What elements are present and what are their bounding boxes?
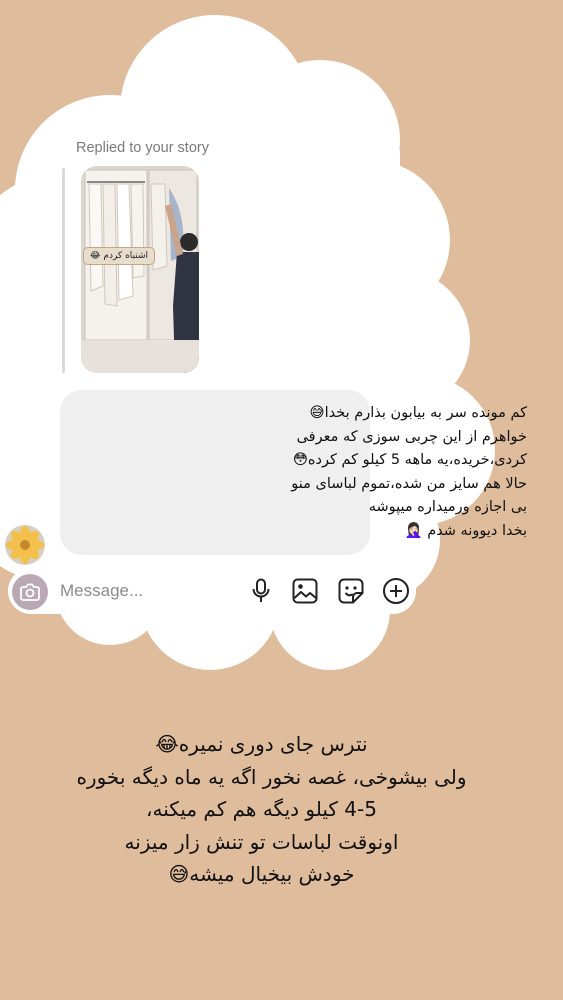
sticker-button[interactable] [337,577,365,605]
plus-circle-icon [383,578,409,604]
microphone-button[interactable] [247,577,275,605]
more-button[interactable] [382,577,410,605]
gallery-icon [292,578,318,604]
camera-button[interactable] [12,574,48,610]
microphone-icon [252,578,270,602]
caption-line: نترس جای دوری نمیره😂 [155,732,368,756]
replied-to-story-label: Replied to your story [76,140,209,156]
message-text: کم مونده سر به بیابون بذارم بخدا😅 خواهرم… [247,402,527,544]
story-caption: نترس جای دوری نمیره😂 ولی بیشوخی، غصه نخو… [0,728,563,891]
reply-quote-bar [62,168,65,373]
caption-line: 4-5 کیلو دیگه هم کم میکنه، [146,797,377,821]
message-line: خواهرم از این چربی سوزی که معرفی [296,428,527,445]
message-line: بخدا دیوونه شدم 🤦🏻‍♀️ [404,522,527,539]
message-input[interactable] [60,579,230,603]
message-line: کم مونده سر به بیابون بذارم بخدا😅 [309,405,527,421]
message-line: بی اجازه ورمیداره میپوشه [368,499,527,516]
sender-avatar[interactable] [5,525,45,565]
message-line: حالا هم سایز من شده،تموم لباسای منو [291,475,527,492]
caption-line: ولی بیشوخی، غصه نخور اگه یه ماه دیگه بخو… [76,764,467,789]
caption-line: خودش بیخیال میشه😅 [168,862,355,886]
sticker-icon [338,578,364,604]
caption-line: اونوقت لباسات تو تنش زار میزنه [124,829,399,854]
flower-avatar-icon [5,525,45,565]
story-sticker: اشتباه کردم 😂 [83,247,155,265]
story-thumbnail[interactable] [81,166,199,373]
story-image [81,166,199,373]
camera-icon [20,583,40,601]
gallery-button[interactable] [291,577,319,605]
message-line: کردی،خریده،یه ماهه 5 کیلو کم کرده😳 [292,452,527,469]
